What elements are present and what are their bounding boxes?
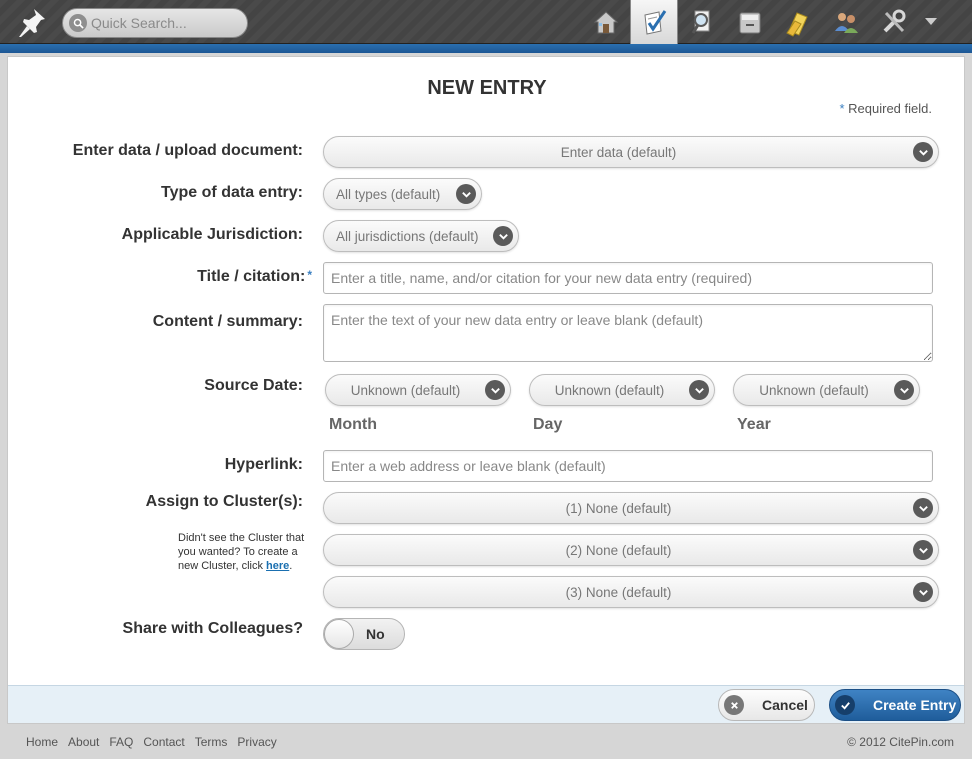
content-label: Content / summary: — [152, 313, 303, 330]
day-select[interactable]: Unknown (default) — [529, 374, 715, 406]
documents-icon[interactable] — [774, 0, 822, 44]
chevron-down-icon — [485, 380, 505, 400]
title-citation-label: Title / citation: * — [197, 268, 312, 285]
page-title: NEW ENTRY — [427, 77, 547, 99]
hyperlink-input[interactable] — [323, 450, 933, 482]
close-icon — [724, 695, 744, 715]
type-label: Type of data entry: — [161, 184, 303, 201]
required-note: * Required field. — [839, 101, 932, 116]
storage-icon[interactable] — [726, 0, 774, 44]
footer-link-privacy[interactable]: Privacy — [237, 735, 276, 749]
settings-icon[interactable] — [870, 0, 918, 44]
search-icon — [69, 14, 87, 32]
checkmark-icon — [835, 695, 855, 715]
cluster-select-2[interactable]: (2) None (default) — [323, 534, 939, 566]
chevron-down-icon — [913, 498, 933, 518]
cluster-help-text: Didn't see the Cluster that you wanted? … — [178, 532, 305, 572]
jurisdiction-select[interactable]: All jurisdictions (default) — [323, 220, 519, 252]
cancel-button[interactable]: Cancel — [718, 689, 815, 721]
top-bar — [0, 0, 972, 44]
create-entry-button[interactable]: Create Entry — [829, 689, 961, 721]
clusters-label: Assign to Cluster(s): — [145, 493, 303, 510]
cluster-select-1[interactable]: (1) None (default) — [323, 492, 939, 524]
chevron-down-icon — [689, 380, 709, 400]
create-cluster-link[interactable]: here — [266, 560, 289, 572]
entry-icon[interactable] — [630, 0, 678, 44]
nav-dropdown-icon[interactable] — [918, 0, 944, 44]
chevron-down-icon — [894, 380, 914, 400]
main-nav — [582, 0, 944, 44]
site-footer-links: Home About FAQ Contact Terms Privacy — [26, 735, 277, 749]
content-textarea[interactable] — [323, 304, 933, 362]
year-select[interactable]: Unknown (default) — [733, 374, 920, 406]
home-icon[interactable] — [582, 0, 630, 44]
research-icon[interactable] — [678, 0, 726, 44]
enter-data-label: Enter data / upload document: — [72, 142, 303, 159]
footer-link-terms[interactable]: Terms — [195, 735, 228, 749]
title-citation-input[interactable] — [323, 262, 933, 294]
form-action-bar — [8, 685, 964, 723]
toggle-knob — [324, 619, 354, 649]
chevron-down-icon — [913, 540, 933, 560]
footer-link-home[interactable]: Home — [26, 735, 58, 749]
chevron-down-icon — [456, 184, 476, 204]
share-toggle[interactable]: No — [323, 618, 405, 650]
chevron-down-icon — [913, 142, 933, 162]
footer-link-faq[interactable]: FAQ — [109, 735, 133, 749]
cluster-select-3[interactable]: (3) None (default) — [323, 576, 939, 608]
accent-bar — [0, 44, 972, 53]
enter-data-select[interactable]: Enter data (default) — [323, 136, 939, 168]
source-date-label: Source Date: — [204, 377, 303, 394]
footer-link-about[interactable]: About — [68, 735, 99, 749]
type-select[interactable]: All types (default) — [323, 178, 482, 210]
quick-search-input[interactable] — [91, 15, 241, 31]
jurisdiction-label: Applicable Jurisdiction: — [121, 226, 303, 243]
pin-logo-icon[interactable] — [14, 6, 50, 40]
chevron-down-icon — [913, 582, 933, 602]
hyperlink-label: Hyperlink: — [224, 456, 303, 473]
new-entry-panel: NEW ENTRY * Required field. Enter data /… — [7, 56, 965, 724]
month-caption: Month — [329, 416, 377, 433]
quick-search-box[interactable] — [62, 8, 248, 38]
share-label: Share with Colleagues? — [122, 620, 303, 637]
day-caption: Day — [533, 416, 563, 433]
month-select[interactable]: Unknown (default) — [325, 374, 511, 406]
chevron-down-icon — [493, 226, 513, 246]
footer-link-contact[interactable]: Contact — [143, 735, 184, 749]
year-caption: Year — [737, 416, 771, 433]
copyright: © 2012 CitePin.com — [847, 735, 954, 749]
colleagues-icon[interactable] — [822, 0, 870, 44]
